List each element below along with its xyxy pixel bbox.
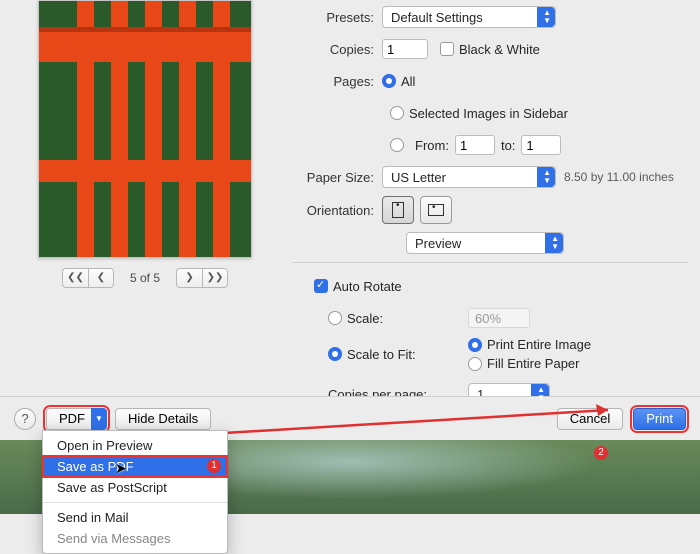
settings-pane: Presets: Default Settings▲▼ Copies: Blac… <box>288 0 700 413</box>
help-button[interactable]: ? <box>14 408 36 430</box>
fill-paper-label: Fill Entire Paper <box>487 356 579 371</box>
pdf-menu-button[interactable]: PDF▼ <box>46 408 107 430</box>
orientation-portrait-button[interactable] <box>382 196 414 224</box>
pages-label: Pages: <box>288 74 382 89</box>
scale-fit-label: Scale to Fit: <box>347 347 416 362</box>
first-page-button[interactable]: ❮❮ <box>62 268 88 288</box>
hide-details-button[interactable]: Hide Details <box>115 408 211 430</box>
scale-label: Scale: <box>347 311 383 326</box>
pages-all-radio[interactable] <box>382 74 396 88</box>
chevron-down-icon: ▼ <box>91 408 107 430</box>
portrait-icon <box>392 202 404 218</box>
menu-open-preview[interactable]: Open in Preview <box>43 435 227 456</box>
print-entire-radio[interactable] <box>468 338 482 352</box>
page-thumbnail <box>38 0 252 258</box>
pages-selected-radio[interactable] <box>390 106 404 120</box>
prev-page-button[interactable]: ❮ <box>88 268 114 288</box>
paper-size-label: Paper Size: <box>288 170 382 185</box>
paper-dimensions: 8.50 by 11.00 inches <box>564 170 674 184</box>
preview-pane: ❮❮ ❮ 5 of 5 ❯ ❯❯ <box>0 0 288 413</box>
auto-rotate-checkbox[interactable] <box>314 279 328 293</box>
menu-separator <box>43 502 227 503</box>
to-label: to: <box>501 138 515 153</box>
bw-label: Black & White <box>459 42 540 57</box>
pages-all-label: All <box>401 74 415 89</box>
print-entire-label: Print Entire Image <box>487 337 591 352</box>
from-input[interactable] <box>455 135 495 155</box>
orientation-landscape-button[interactable] <box>420 196 452 224</box>
next-page-button[interactable]: ❯ <box>176 268 202 288</box>
menu-send-via-messages[interactable]: Send via Messages <box>43 528 227 549</box>
auto-rotate-label: Auto Rotate <box>333 279 402 294</box>
pdf-dropdown-menu: Open in Preview Save as PDF ➤ 1 Save as … <box>42 430 228 554</box>
annotation-badge-1: 1 <box>207 459 221 473</box>
menu-save-as-pdf[interactable]: Save as PDF ➤ 1 <box>43 456 227 477</box>
presets-label: Presets: <box>288 10 382 25</box>
page-indicator: 5 of 5 <box>120 271 170 285</box>
scale-value: 60% <box>468 308 530 328</box>
paper-size-select[interactable]: US Letter▲▼ <box>382 166 556 188</box>
fill-paper-radio[interactable] <box>468 357 482 371</box>
pager: ❮❮ ❮ 5 of 5 ❯ ❯❯ <box>16 268 274 288</box>
from-label: From: <box>415 138 449 153</box>
pages-selected-label: Selected Images in Sidebar <box>409 106 568 121</box>
to-input[interactable] <box>521 135 561 155</box>
landscape-icon <box>428 204 444 216</box>
scale-fit-radio[interactable] <box>328 347 342 361</box>
pages-range-radio[interactable] <box>390 138 404 152</box>
orientation-label: Orientation: <box>288 203 382 218</box>
menu-save-as-postscript[interactable]: Save as PostScript <box>43 477 227 498</box>
copies-input[interactable] <box>382 39 428 59</box>
annotation-arrow <box>208 402 628 442</box>
scale-radio[interactable] <box>328 311 342 325</box>
last-page-button[interactable]: ❯❯ <box>202 268 228 288</box>
bw-checkbox[interactable] <box>440 42 454 56</box>
copies-label: Copies: <box>288 42 382 57</box>
annotation-badge-2: 2 <box>594 446 608 460</box>
divider <box>292 262 688 263</box>
print-dialog: ❮❮ ❮ 5 of 5 ❯ ❯❯ Presets: Default Settin… <box>0 0 700 440</box>
print-button[interactable]: Print <box>633 408 686 430</box>
presets-select[interactable]: Default Settings▲▼ <box>382 6 556 28</box>
section-select[interactable]: Preview▲▼ <box>406 232 564 254</box>
menu-send-in-mail[interactable]: Send in Mail <box>43 507 227 528</box>
